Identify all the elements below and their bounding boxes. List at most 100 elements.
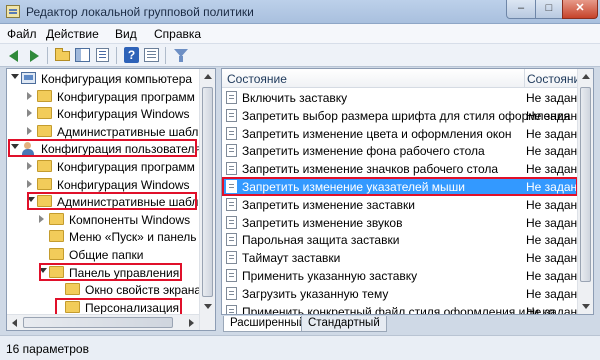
setting-name: Запретить изменение фона рабочего стола [242, 144, 485, 159]
tree-item[interactable]: Конфигурация Windows [7, 105, 200, 122]
tree-item-label: Компоненты Windows [69, 212, 191, 227]
tree-item[interactable]: Конфигурация компьютера [7, 70, 200, 87]
scroll-thumb[interactable] [202, 87, 213, 297]
up-folder-icon[interactable] [54, 47, 71, 63]
scroll-left-icon[interactable] [12, 319, 17, 327]
tree-item[interactable]: Окно свойств экрана [7, 281, 201, 298]
setting-state: Не задана [526, 144, 584, 159]
tree-item[interactable]: Общие папки [7, 246, 200, 263]
setting-name: Запретить изменение звуков [242, 215, 403, 230]
list-row[interactable]: Запретить изменение цвета и оформления о… [222, 125, 584, 142]
policy-setting-icon [226, 251, 237, 265]
show-hide-tree-icon[interactable] [74, 47, 91, 63]
setting-state: Не задана [526, 91, 584, 105]
list-row[interactable]: Применить указанную заставку Не задана [222, 267, 584, 284]
setting-state: Не задана [526, 286, 584, 301]
policy-setting-icon [226, 286, 237, 300]
folder-icon [37, 107, 52, 120]
tree-item[interactable]: Конфигурация Windows [7, 176, 200, 193]
collapse-arrow-icon[interactable] [27, 179, 32, 188]
minimize-button[interactable]: – [506, 0, 536, 19]
scroll-down-icon[interactable] [582, 304, 590, 309]
scroll-up-icon[interactable] [204, 74, 212, 79]
tree-item[interactable]: Конфигурация пользователя [7, 140, 201, 157]
maximize-button[interactable]: □ [535, 0, 563, 19]
expand-arrow-icon[interactable] [39, 267, 47, 273]
scroll-down-icon[interactable] [204, 304, 212, 309]
collapse-arrow-icon[interactable] [27, 91, 32, 100]
list-row[interactable]: Парольная защита заставки Не задана [222, 231, 584, 248]
back-arrow-icon[interactable] [6, 47, 23, 63]
policy-setting-icon [226, 180, 237, 193]
tree-item[interactable]: Компоненты Windows [7, 211, 200, 228]
properties-icon[interactable] [143, 47, 160, 63]
setting-state: Не задана [526, 126, 584, 141]
help-icon[interactable]: ? [123, 47, 140, 63]
settings-list-pane[interactable]: Состояние Состояние Включить заставку Не … [221, 68, 594, 315]
filter-icon[interactable] [172, 47, 189, 63]
tab-standard[interactable]: Стандартный [301, 316, 387, 332]
column-header-setting[interactable]: Состояние [227, 72, 287, 86]
list-row[interactable]: Запретить изменение значков рабочего сто… [222, 160, 584, 177]
setting-name: Применить указанную заставку [242, 269, 418, 283]
menu-view[interactable]: Вид [115, 27, 137, 41]
collapse-arrow-icon[interactable] [27, 162, 32, 170]
tree-item[interactable]: Административные шаблоны [7, 193, 215, 210]
list-icon[interactable] [94, 47, 111, 63]
setting-name: Парольная защита заставки [242, 233, 400, 248]
tree-item-label: Конфигурация программ [57, 89, 195, 104]
tree-item[interactable]: Конфигурация программ [7, 88, 200, 105]
folder-icon [49, 248, 64, 260]
collapse-arrow-icon[interactable] [39, 214, 44, 223]
setting-name: Таймаут заставки [242, 251, 341, 266]
setting-name: Включить заставку [242, 91, 348, 105]
expand-arrow-icon[interactable] [27, 197, 35, 203]
tree-item[interactable]: Административные шаблоны [7, 123, 215, 140]
tree-item-label: Конфигурация Windows [57, 107, 190, 122]
list-row-selected[interactable]: Запретить изменение указателей мыши Не за… [222, 178, 584, 195]
gpedit-app-icon [6, 5, 20, 18]
menu-file[interactable]: Файл [7, 27, 37, 41]
policy-setting-icon [226, 197, 237, 211]
setting-state: Не задана [526, 269, 584, 283]
tree-item[interactable]: Конфигурация программ [7, 158, 200, 175]
list-row[interactable]: Загрузить указанную тему Не задана [222, 285, 584, 302]
menu-action[interactable]: Действие [46, 27, 99, 41]
scroll-up-icon[interactable] [582, 74, 590, 79]
collapse-arrow-icon[interactable] [27, 109, 32, 118]
setting-name: Применить конкретный файл стиля оформлен… [242, 304, 565, 315]
list-row[interactable]: Запретить изменение звуков Не задана [222, 214, 584, 231]
forward-arrow-icon[interactable] [25, 47, 42, 63]
column-divider[interactable] [524, 69, 525, 88]
tree-item-label: Панель управления [69, 265, 180, 280]
policy-setting-icon [226, 215, 237, 229]
tree-vertical-scrollbar[interactable] [199, 69, 215, 330]
tree-item[interactable]: Панель управления [7, 264, 200, 281]
list-row[interactable]: Запретить выбор размера шрифта для стиля… [222, 107, 584, 124]
folder-icon [65, 300, 80, 313]
scroll-thumb[interactable] [23, 317, 173, 328]
expand-arrow-icon[interactable] [11, 74, 19, 79]
tree-horizontal-scrollbar[interactable] [7, 314, 199, 330]
list-row[interactable]: Таймаут заставки Не задана [222, 249, 584, 266]
list-header: Состояние Состояние [222, 69, 587, 88]
tree-pane[interactable]: Конфигурация компьютера Конфигурация прог… [6, 68, 216, 331]
menu-help[interactable]: Справка [154, 27, 201, 41]
close-button[interactable]: ✕ [562, 0, 598, 19]
setting-name: Запретить выбор размера шрифта для стиля… [242, 108, 571, 123]
tab-extended[interactable]: Расширенный [223, 316, 313, 332]
list-row[interactable]: Запретить изменение заставки Не задана [222, 196, 584, 213]
computer-icon [21, 72, 36, 84]
collapse-arrow-icon[interactable] [27, 126, 32, 135]
tree-item[interactable]: Меню «Пуск» и панель зада [7, 228, 215, 245]
scroll-right-icon[interactable] [189, 319, 194, 327]
list-row[interactable]: Применить конкретный файл стиля оформлен… [222, 303, 584, 315]
list-row[interactable]: Включить заставку Не задана [222, 89, 584, 106]
setting-state: Не задана [526, 251, 584, 266]
scroll-thumb[interactable] [580, 87, 591, 282]
list-vertical-scrollbar[interactable] [577, 69, 593, 314]
tree-item-label: Административные шаблоны [57, 195, 216, 210]
expand-arrow-icon[interactable] [11, 144, 19, 150]
list-row[interactable]: Запретить изменение фона рабочего стола Н… [222, 142, 584, 159]
folder-icon [37, 89, 52, 102]
